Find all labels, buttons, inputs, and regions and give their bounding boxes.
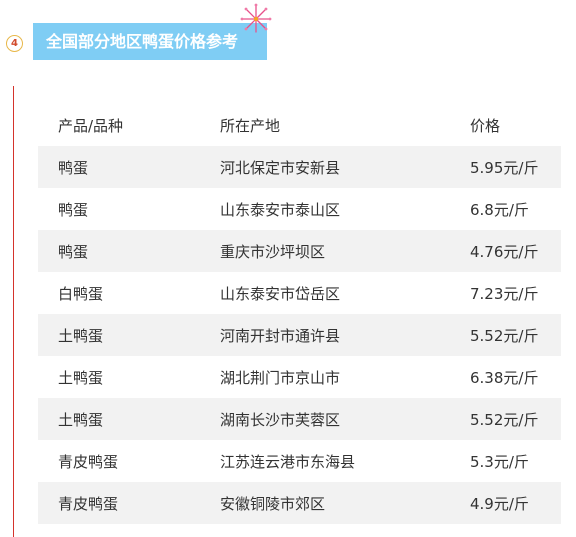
cell-origin: 湖北荆门市京山市 [220, 368, 341, 387]
cell-price: 5.52元/斤 [470, 326, 539, 345]
cell-product: 鸭蛋 [58, 242, 89, 261]
cell-price: 5.3元/斤 [470, 452, 529, 471]
table-row: 土鸭蛋 湖南长沙市芙蓉区 5.52元/斤 [38, 398, 561, 440]
table-row: 青皮鸭蛋 江苏连云港市东海县 5.3元/斤 [38, 440, 561, 482]
cell-origin: 重庆市沙坪坝区 [220, 242, 326, 261]
cell-product: 青皮鸭蛋 [58, 452, 119, 471]
table-row: 土鸭蛋 湖北荆门市京山市 6.38元/斤 [38, 356, 561, 398]
table-row: 青皮鸭蛋 安徽铜陵市郊区 4.9元/斤 [38, 482, 561, 524]
table-row: 白鸭蛋 山东泰安市岱岳区 7.23元/斤 [38, 272, 561, 314]
cell-origin: 山东泰安市岱岳区 [220, 284, 341, 303]
cell-price: 7.23元/斤 [470, 284, 539, 303]
cell-price: 4.9元/斤 [470, 494, 529, 513]
firework-icon [240, 3, 272, 33]
cell-product: 鸭蛋 [58, 200, 89, 219]
cell-product: 土鸭蛋 [58, 326, 104, 345]
cell-origin: 河南开封市通许县 [220, 326, 341, 345]
cell-price: 5.95元/斤 [470, 158, 539, 177]
table-row: 土鸭蛋 河南开封市通许县 5.52元/斤 [38, 314, 561, 356]
cell-origin: 安徽铜陵市郊区 [220, 494, 326, 513]
cell-product: 白鸭蛋 [58, 284, 104, 303]
table-row: 鸭蛋 河北保定市安新县 5.95元/斤 [38, 146, 561, 188]
cell-price: 4.76元/斤 [470, 242, 539, 261]
cell-product: 土鸭蛋 [58, 410, 104, 429]
header-price: 价格 [470, 116, 501, 135]
cell-price: 6.8元/斤 [470, 200, 529, 219]
cell-product: 青皮鸭蛋 [58, 494, 119, 513]
header-product: 产品/品种 [58, 116, 124, 135]
cell-price: 5.52元/斤 [470, 410, 539, 429]
table-header-row: 产品/品种 所在产地 价格 [38, 104, 561, 146]
cell-origin: 山东泰安市泰山区 [220, 200, 341, 219]
cell-origin: 河北保定市安新县 [220, 158, 341, 177]
cell-product: 土鸭蛋 [58, 368, 104, 387]
section-number-badge: 4 [6, 35, 23, 52]
header-origin: 所在产地 [220, 116, 281, 135]
cell-origin: 江苏连云港市东海县 [220, 452, 356, 471]
accent-vertical-line [13, 86, 14, 537]
cell-price: 6.38元/斤 [470, 368, 539, 387]
section-title: 全国部分地区鸭蛋价格参考 [33, 23, 267, 60]
cell-origin: 湖南长沙市芙蓉区 [220, 410, 341, 429]
table-row: 鸭蛋 重庆市沙坪坝区 4.76元/斤 [38, 230, 561, 272]
table-row: 鸭蛋 山东泰安市泰山区 6.8元/斤 [38, 188, 561, 230]
price-table: 产品/品种 所在产地 价格 鸭蛋 河北保定市安新县 5.95元/斤 鸭蛋 山东泰… [38, 104, 561, 524]
cell-product: 鸭蛋 [58, 158, 89, 177]
